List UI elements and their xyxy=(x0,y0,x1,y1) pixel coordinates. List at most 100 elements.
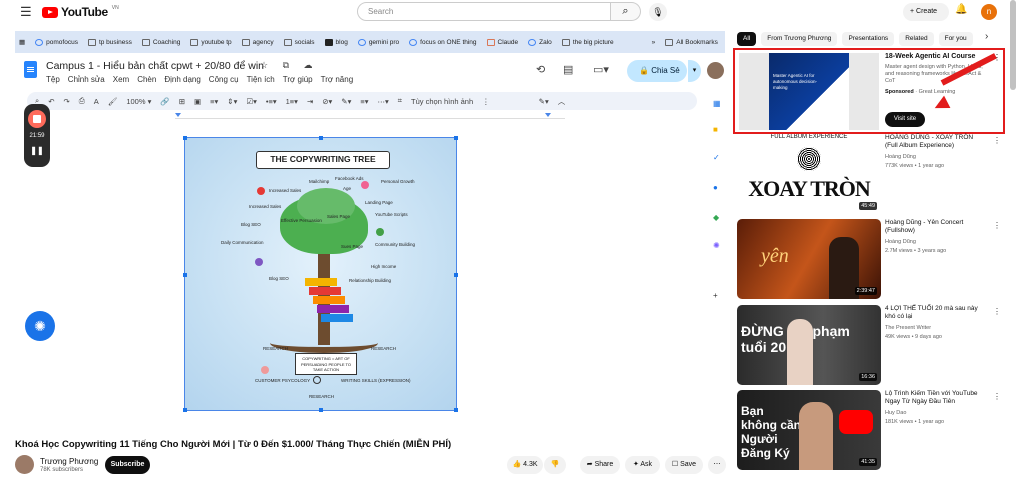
resize-handle[interactable] xyxy=(454,136,458,140)
page-scrollbar[interactable] xyxy=(1010,0,1016,90)
chip[interactable]: From Trương Phương xyxy=(761,32,838,46)
share-video-button[interactable]: ➦ Share xyxy=(580,456,620,474)
bookmark-item[interactable]: blog xyxy=(324,38,348,46)
stop-recording-icon[interactable] xyxy=(28,110,46,128)
bookmark-item[interactable]: Zalo xyxy=(528,38,552,46)
chip[interactable]: Presentations xyxy=(842,32,895,46)
resize-handle[interactable] xyxy=(183,273,187,277)
edit-image-icon[interactable]: ⊘▾ xyxy=(322,97,332,106)
save-button[interactable]: ☐ Save xyxy=(665,456,703,474)
add-addon-icon[interactable]: + xyxy=(713,291,718,300)
contacts-icon[interactable]: ● xyxy=(713,183,718,192)
video-title[interactable]: 4 LỢI THẾ TUỔI 20 mà sau này khó có lại xyxy=(885,305,985,321)
all-bookmarks[interactable]: All Bookmarks xyxy=(665,38,718,46)
editing-mode-icon[interactable]: ✎▾ xyxy=(539,97,549,106)
bookmarks-overflow-icon[interactable]: » xyxy=(652,39,656,46)
menu-item[interactable]: Chỉnh sửa xyxy=(68,75,105,84)
subscribe-button[interactable]: Subscribe xyxy=(105,456,150,474)
video-thumbnail[interactable]: ĐỪNG phí phạm tuổi 20 16:36 xyxy=(737,305,881,385)
menu-item[interactable]: Trợ năng xyxy=(321,75,354,84)
notifications-bell-icon[interactable]: 🔔 xyxy=(955,4,967,15)
resize-handle[interactable] xyxy=(454,408,458,412)
history-icon[interactable]: ⟲ xyxy=(536,63,545,76)
google-docs-icon[interactable] xyxy=(24,61,37,78)
channel-name[interactable]: Trương Phương xyxy=(40,457,98,466)
related-video[interactable]: FULL ALBUM EXPERIENCE XOAY TRÒN 45:49 HO… xyxy=(737,134,1001,218)
account-avatar[interactable]: n xyxy=(981,4,997,20)
indent-icon[interactable]: ⇥ xyxy=(307,97,313,106)
bookmark-item[interactable]: tp business xyxy=(87,38,132,46)
ask-button[interactable]: ✦ Ask xyxy=(625,456,660,474)
visit-site-button[interactable]: Visit site xyxy=(885,112,925,127)
print-icon[interactable]: ⎙ xyxy=(79,96,85,106)
more-vert-icon[interactable]: ⋮ xyxy=(993,307,1001,316)
pause-icon[interactable]: ❚❚ xyxy=(24,146,50,155)
more-icon[interactable]: ⋮ xyxy=(482,97,490,106)
menu-item[interactable]: Định dạng xyxy=(164,75,200,84)
bookmark-item[interactable]: gemini pro xyxy=(357,38,399,46)
dislike-icon[interactable]: 👎 xyxy=(544,456,566,474)
share-dropdown-icon[interactable]: ▾ xyxy=(687,60,701,82)
border-color-icon[interactable]: ✎▾ xyxy=(341,97,351,106)
spellcheck-icon[interactable]: A xyxy=(94,97,99,106)
bookmark-item[interactable]: socials xyxy=(283,38,315,46)
title-actions[interactable]: ☆ ⧉ ☁ xyxy=(260,60,319,71)
search-input[interactable]: Search xyxy=(357,2,611,21)
crop-icon[interactable]: ⌗ xyxy=(398,96,402,106)
video-thumbnail[interactable]: FULL ALBUM EXPERIENCE XOAY TRÒN 45:49 xyxy=(737,134,881,214)
youtube-logo[interactable]: YouTube VN xyxy=(42,5,119,19)
chevron-right-icon[interactable]: › xyxy=(985,31,988,42)
bookmark-item[interactable]: focus on ONE thing xyxy=(409,38,477,46)
tasks-icon[interactable]: ✓ xyxy=(713,153,720,162)
bookmark-item[interactable]: pomofocus xyxy=(35,38,78,46)
search-icon[interactable]: ⌕ xyxy=(611,2,641,21)
redo-icon[interactable]: ↷ xyxy=(64,97,70,106)
border-dash-icon[interactable]: ⋯▾ xyxy=(378,97,389,106)
comment-icon[interactable]: ▤ xyxy=(563,63,573,76)
checklist-icon[interactable]: ☑▾ xyxy=(246,97,257,106)
ruler-right-indent[interactable] xyxy=(545,113,551,117)
menu-item[interactable]: Chèn xyxy=(137,75,156,84)
related-video[interactable]: ĐỪNG phí phạm tuổi 20 16:36 4 LỢI THẾ TU… xyxy=(737,305,1001,389)
bookmark-item[interactable]: agency xyxy=(241,38,274,46)
meet-icon[interactable]: ▭▾ xyxy=(593,63,609,76)
channel-name[interactable]: Hoàng Dũng xyxy=(885,154,916,160)
bookmark-item[interactable]: youtube tp xyxy=(190,38,232,46)
paint-format-icon[interactable]: 🖌 xyxy=(108,97,118,106)
video-thumbnail[interactable]: yên 2:39:47 xyxy=(737,219,881,299)
keep-icon[interactable]: ■ xyxy=(713,125,718,134)
add-comment-icon[interactable]: ⊞ xyxy=(179,97,185,106)
link-icon[interactable]: 🔗 xyxy=(160,97,169,106)
resize-handle[interactable] xyxy=(454,273,458,277)
video-title[interactable]: Lộ Trình Kiếm Tiền với YouTube Ngay Từ N… xyxy=(885,390,985,406)
menu-item[interactable]: Xem xyxy=(113,75,129,84)
related-video[interactable]: yên 2:39:47 Hoàng Dũng - Yên Concert (Fu… xyxy=(737,219,1001,303)
ad-title[interactable]: 18-Week Agentic AI Course xyxy=(885,53,995,60)
bookmarks-grid-icon[interactable]: ▦ xyxy=(19,38,25,46)
bookmark-item[interactable]: Claude xyxy=(486,38,518,46)
channel-name[interactable]: The Present Writer xyxy=(885,325,931,331)
image-options-button[interactable]: Tùy chọn hình ảnh xyxy=(411,97,473,106)
user-avatar[interactable] xyxy=(707,62,724,79)
like-button[interactable]: 👍 4.3K xyxy=(507,456,543,474)
bullet-list-icon[interactable]: •≡▾ xyxy=(266,97,277,106)
bookmark-item[interactable]: the big picture xyxy=(561,38,614,46)
settings-fab-icon[interactable]: ✺ xyxy=(25,311,55,341)
align-icon[interactable]: ≡▾ xyxy=(210,97,218,106)
menu-item[interactable]: Tiện ích xyxy=(247,75,275,84)
chip[interactable]: All xyxy=(737,32,757,46)
share-button[interactable]: 🔒 Chia Sẻ xyxy=(627,60,687,82)
collapse-icon[interactable]: ︿ xyxy=(558,96,566,107)
menu-item[interactable]: Công cụ xyxy=(209,75,239,84)
document-title[interactable]: Campus 1 - Hiểu bản chất cpwt + 20/80 để… xyxy=(46,60,264,72)
more-actions-icon[interactable]: ⋯ xyxy=(708,456,726,474)
channel-name[interactable]: Huy Dao xyxy=(885,410,906,416)
menu-item[interactable]: Trợ giúp xyxy=(283,75,313,84)
ad-thumbnail[interactable]: Master Agentic AI for autonomous decisio… xyxy=(739,53,879,130)
bookmark-item[interactable]: Coaching xyxy=(141,38,180,46)
ruler-left-indent[interactable] xyxy=(175,113,181,117)
related-video[interactable]: Bạn không cần Người Đăng Ký 41:35 Lộ Trì… xyxy=(737,390,1001,470)
video-title[interactable]: HOÀNG DŨNG - XOAY TRÒN (Full Album Exper… xyxy=(885,134,985,150)
video-title[interactable]: Hoàng Dũng - Yên Concert (Fullshow) xyxy=(885,219,985,235)
channel-name[interactable]: Hoàng Dũng xyxy=(885,239,916,245)
